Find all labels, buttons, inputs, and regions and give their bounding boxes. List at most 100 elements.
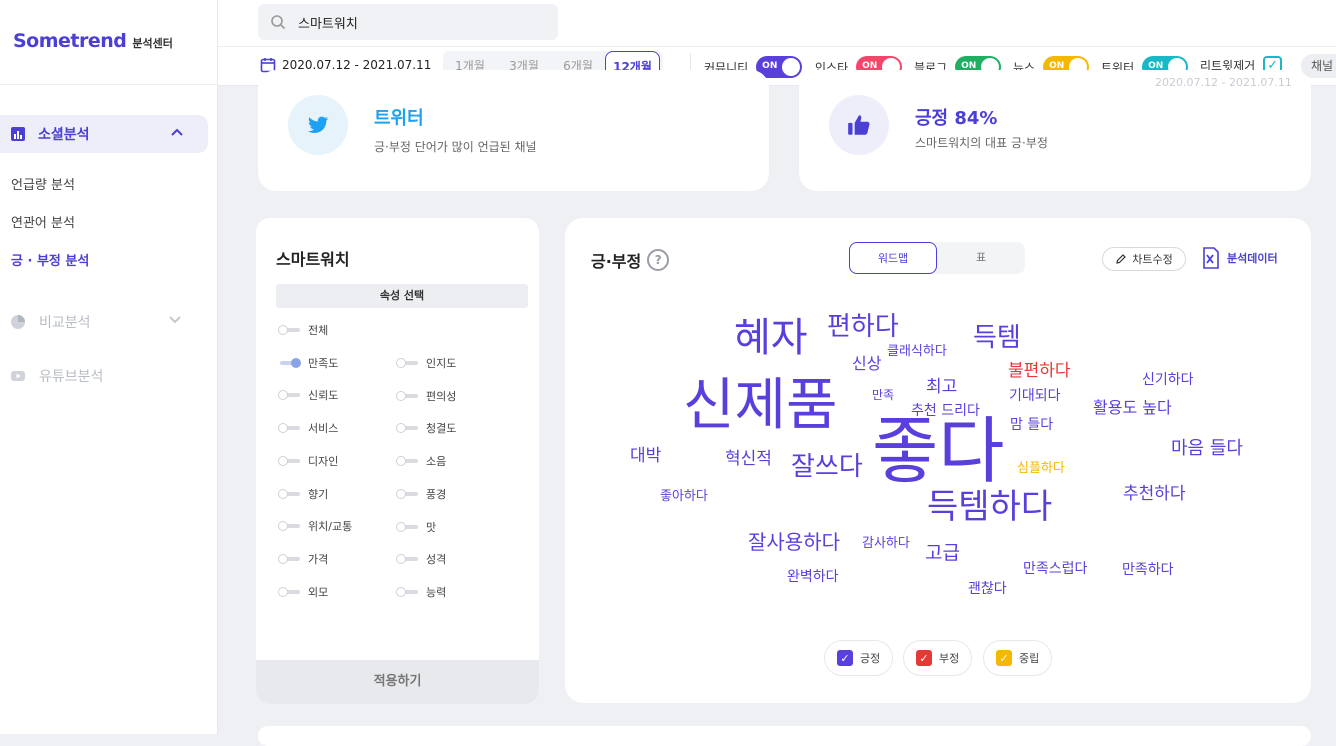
word-6[interactable]: 잘쓰다 — [791, 454, 863, 480]
toggle-switch[interactable] — [396, 456, 420, 467]
check-icon: ✓ — [996, 650, 1012, 666]
sidebar-item-label: 비교분석 — [39, 315, 91, 331]
attribute-header: 속성 선택 — [276, 284, 528, 308]
word-4[interactable]: 득템 — [973, 325, 1021, 351]
toggle-switch[interactable] — [278, 390, 302, 401]
word-20[interactable]: 대박 — [630, 448, 661, 465]
word-7[interactable]: 잘사용하다 — [748, 532, 840, 552]
toggle-switch[interactable] — [278, 553, 302, 564]
word-23[interactable]: 좋아하다 — [660, 490, 708, 503]
word-0[interactable]: 신제품 — [683, 378, 838, 434]
pencil-icon — [1116, 254, 1127, 264]
word-25[interactable]: 고급 — [925, 544, 960, 563]
sidebar-item-label: 소셜분석 — [38, 127, 90, 143]
word-27[interactable]: 만족스럽다 — [1023, 562, 1087, 576]
sidebar-sub-mentions[interactable]: 언급량 분석 — [11, 174, 75, 193]
attr-toggle-l2[interactable]: 신뢰도 — [278, 387, 338, 403]
legend-neutral[interactable]: ✓ 중립 — [983, 640, 1053, 676]
edit-chart-button[interactable]: 차트수정 — [1102, 247, 1186, 271]
attr-label: 풍경 — [426, 487, 447, 501]
word-2[interactable]: 혜자 — [734, 318, 808, 358]
attr-toggle-r6[interactable]: 성격 — [396, 551, 446, 567]
tab-table[interactable]: 표 — [937, 242, 1025, 274]
toggle-switch[interactable] — [396, 521, 420, 532]
search-input[interactable]: 스마트워치 — [258, 4, 558, 40]
toggle-switch[interactable] — [278, 325, 302, 335]
attr-toggle-l3[interactable]: 서비스 — [278, 420, 338, 436]
attr-toggle-r1[interactable]: 편의성 — [396, 388, 456, 404]
word-17[interactable]: 만족 — [872, 389, 894, 401]
brand-name: Sometrend — [13, 30, 127, 52]
word-21[interactable]: 혁신적 — [725, 451, 772, 468]
toggle-switch[interactable] — [278, 357, 302, 368]
attr-label: 인지도 — [426, 357, 457, 370]
word-18[interactable]: 추천 드리다 — [911, 404, 980, 418]
attr-toggle-r7[interactable]: 능력 — [396, 584, 446, 600]
legend-positive[interactable]: ✓ 긍정 — [824, 640, 894, 676]
wordmap-title: 긍·부정 — [591, 252, 642, 271]
toggle-switch[interactable] — [396, 554, 420, 565]
tab-wordmap[interactable]: 워드맵 — [849, 242, 937, 274]
sidebar-item-compare[interactable]: 비교분석 — [10, 312, 181, 332]
word-10[interactable]: 불편하다 — [1008, 363, 1071, 380]
attr-toggle-r4[interactable]: 풍경 — [396, 486, 446, 502]
toggle-switch[interactable] — [396, 423, 420, 434]
attr-label: 맛 — [426, 520, 437, 534]
analysis-data-button[interactable]: 분석데이터 — [1201, 247, 1278, 269]
word-15[interactable]: 기대되다 — [1009, 389, 1061, 403]
sidebar-item-youtube[interactable]: 유튜브분석 — [10, 366, 103, 386]
word-14[interactable]: 최고 — [926, 379, 957, 396]
word-22[interactable]: 심플하다 — [1017, 462, 1065, 475]
check-icon: ✓ — [916, 650, 932, 666]
attr-toggle-l4[interactable]: 디자인 — [278, 453, 338, 469]
word-9[interactable]: 활용도 높다 — [1093, 400, 1172, 416]
toggle-switch[interactable] — [278, 586, 302, 597]
word-5[interactable]: 득템하다 — [927, 490, 1052, 524]
attr-toggle-r0[interactable]: 인지도 — [396, 355, 456, 371]
logo[interactable]: Sometrend 분석센터 — [13, 30, 173, 52]
word-26[interactable]: 완벽하다 — [787, 570, 839, 584]
attr-label: 디자인 — [308, 454, 339, 468]
toggle-switch[interactable] — [278, 521, 302, 532]
toggle-switch[interactable] — [396, 586, 420, 597]
attr-toggle-r3[interactable]: 소음 — [396, 453, 446, 469]
help-icon[interactable]: ? — [647, 249, 670, 271]
word-8[interactable]: 마음 들다 — [1171, 440, 1243, 458]
toggle-switch[interactable] — [396, 488, 420, 499]
word-28[interactable]: 만족하다 — [1122, 563, 1174, 577]
toggle-switch[interactable] — [278, 423, 302, 434]
sidebar-item-social[interactable]: 소셜분석 — [0, 115, 208, 153]
word-19[interactable]: 맘 들다 — [1010, 418, 1053, 432]
legend-negative[interactable]: ✓ 부정 — [903, 640, 973, 676]
toggle-switch[interactable] — [278, 488, 302, 499]
toggle-switch[interactable] — [396, 390, 420, 401]
attr-label: 위치/교통 — [308, 520, 353, 534]
sidebar-sub-sentiment[interactable]: 긍 · 부정 분석 — [11, 250, 89, 269]
attr-toggle-l8[interactable]: 외모 — [278, 584, 328, 600]
word-24[interactable]: 감사하다 — [862, 537, 910, 550]
apply-button[interactable]: 적용하기 — [256, 660, 539, 704]
attr-toggle-r5[interactable]: 맛 — [396, 519, 436, 535]
word-1[interactable]: 좋다 — [872, 415, 1004, 487]
toggle-switch[interactable] — [278, 455, 302, 466]
chevron-up-icon[interactable] — [170, 126, 184, 140]
word-11[interactable]: 추천하다 — [1123, 486, 1186, 503]
attr-toggle-l0[interactable]: 전체 — [278, 322, 328, 338]
attr-toggle-l1[interactable]: 만족도 — [278, 355, 338, 371]
chevron-down-icon[interactable] — [168, 312, 182, 326]
word-13[interactable]: 클래식하다 — [887, 345, 947, 358]
toggle-switch[interactable] — [396, 358, 420, 368]
attr-toggle-l6[interactable]: 위치/교통 — [278, 518, 352, 534]
channel-chip[interactable]: 채널 — [1301, 54, 1336, 78]
word-3[interactable]: 편하다 — [827, 314, 899, 340]
attr-toggle-l5[interactable]: 향기 — [278, 486, 328, 502]
sidebar-sub-related[interactable]: 연관어 분석 — [11, 212, 75, 231]
attr-label: 청결도 — [426, 422, 457, 436]
top-channel-card: 트위터 긍·부정 단어가 많이 언급된 채널 — [258, 70, 769, 191]
word-16[interactable]: 신기하다 — [1142, 373, 1194, 387]
word-29[interactable]: 괜찮다 — [968, 582, 1007, 596]
word-12[interactable]: 신상 — [852, 356, 881, 372]
attr-toggle-r2[interactable]: 청결도 — [396, 420, 456, 436]
attr-toggle-l7[interactable]: 가격 — [278, 551, 328, 567]
top-channel-desc: 긍·부정 단어가 많이 언급된 채널 — [374, 140, 537, 154]
